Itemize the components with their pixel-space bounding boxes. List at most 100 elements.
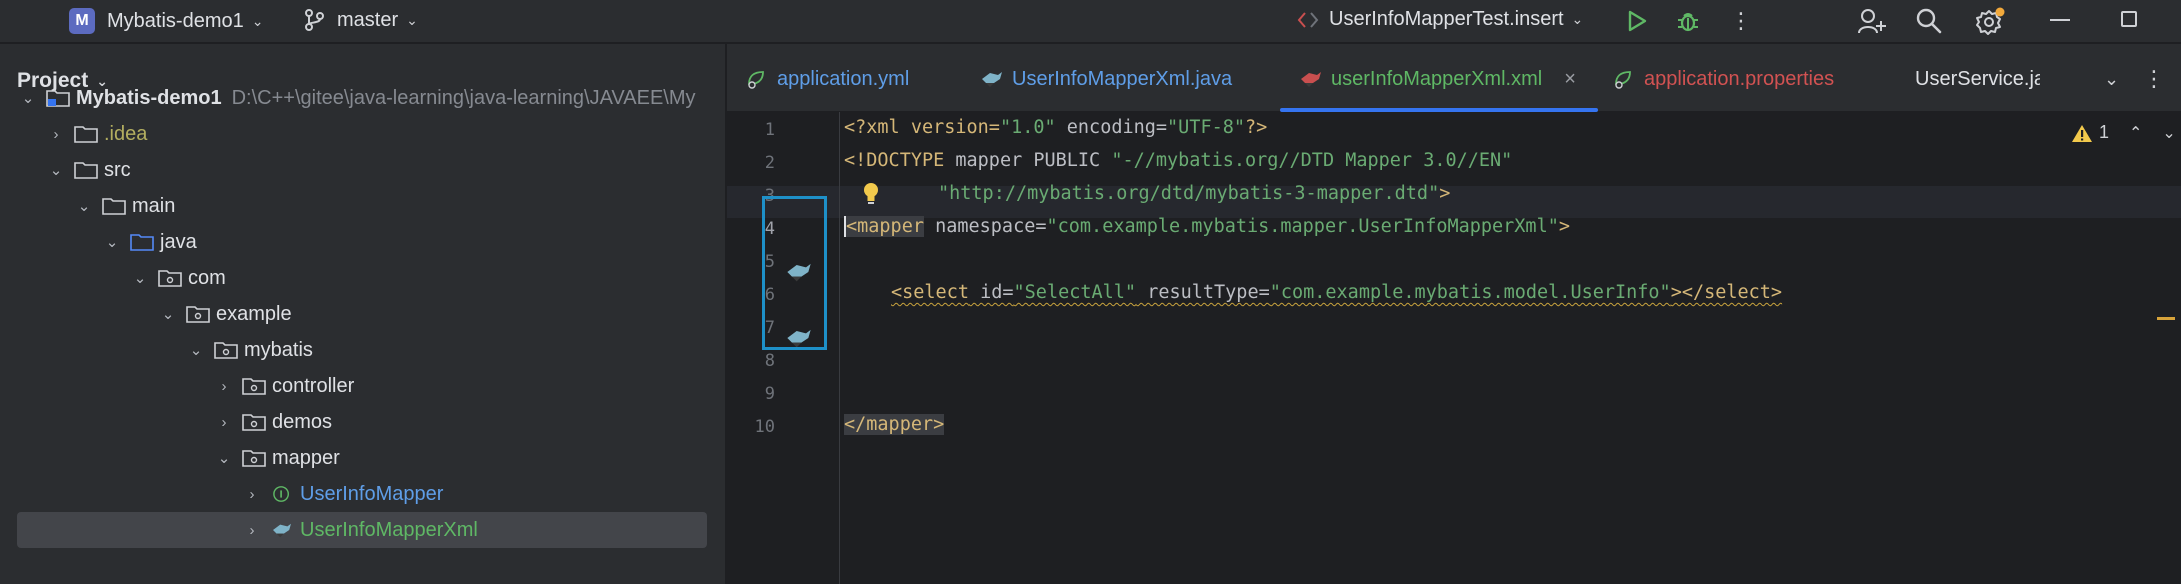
tree-item-label: example (216, 302, 292, 325)
package-icon (158, 270, 182, 287)
main-menu-icon[interactable] (10, 7, 40, 35)
chevron-down-icon: ⌄ (189, 342, 203, 359)
tab-application-yml[interactable]: application.yml (745, 62, 909, 96)
debug-button[interactable] (1675, 8, 1701, 34)
tree-item-mapper[interactable]: ⌄ mapper (0, 440, 725, 476)
tab-application-properties[interactable]: application.properties (1612, 62, 1834, 96)
tabs-dropdown-icon[interactable]: ⌄ (2104, 62, 2119, 96)
tab-label: userInfoMapperXml.xml (1331, 67, 1543, 90)
code-token: "com.example.mybatis.mapper.UserInfoMapp… (1046, 216, 1559, 237)
editor-tabs: application.yml UserInfoMapperXml.java u… (727, 44, 2181, 112)
chevron-right-icon: › (221, 413, 227, 431)
tree-item-userinfomapperxml[interactable]: › UserInfoMapperXml (17, 512, 707, 548)
chevron-down-icon: ⌄ (161, 306, 175, 323)
editor-area: application.yml UserInfoMapperXml.java u… (727, 44, 2181, 584)
code-token: mapper PUBLIC (955, 150, 1112, 171)
tree-item-demos[interactable]: › demos (0, 404, 725, 440)
tree-item-label: .idea (104, 122, 148, 145)
code-token: id= (968, 282, 1014, 303)
minimize-button[interactable] (2050, 19, 2070, 21)
warning-icon (2072, 124, 2092, 142)
tab-label: UserService.jav (1915, 67, 2040, 90)
tree-item-label: controller (272, 374, 355, 397)
tree-item-label: UserInfoMapper (300, 482, 444, 505)
tree-item-label: mybatis (244, 338, 313, 361)
code-token: "SelectAll" (1013, 282, 1137, 303)
code-line-2: <!DOCTYPE mapper PUBLIC "-//mybatis.org/… (844, 145, 1512, 177)
mybatis-bird-icon (982, 72, 1002, 87)
more-options-icon[interactable]: ⋮ (1730, 8, 1752, 34)
run-config-selector[interactable]: UserInfoMapperTest.insert ⌄ (1297, 8, 1583, 31)
chevron-down-icon: ⌄ (77, 198, 91, 215)
bug-icon (1678, 13, 1698, 32)
code-line-3: "http://mybatis.org/dtd/mybatis-3-mapper… (938, 178, 1450, 210)
maximize-button[interactable] (2121, 11, 2137, 27)
tree-item-label: UserInfoMapperXml (300, 518, 478, 541)
chevron-down-icon: ⌄ (406, 11, 418, 28)
project-switcher[interactable]: M Mybatis-demo1 ⌄ (69, 8, 263, 34)
code-token: </mapper> (844, 414, 945, 435)
tree-item-label: src (104, 158, 131, 181)
tree-item-label: java (160, 230, 197, 253)
tree-item-example[interactable]: ⌄ example (0, 296, 725, 332)
source-folder-icon (130, 234, 154, 251)
close-tab-icon[interactable]: × (1564, 68, 1576, 91)
code-token: "-//mybatis.org//DTD Mapper 3.0//EN" (1111, 150, 1513, 171)
chevron-down-icon: ⌄ (49, 162, 63, 179)
folder-icon (74, 126, 98, 143)
folder-icon (74, 162, 98, 179)
warning-count: 1 (2099, 122, 2110, 142)
settings-button[interactable] (1975, 6, 2005, 36)
tree-item-label: main (132, 194, 176, 217)
lightbulb-icon[interactable] (861, 181, 881, 207)
code-token: <!DOCTYPE (844, 150, 956, 171)
warning-stripe-marker[interactable] (2157, 317, 2175, 320)
spring-config-icon (748, 71, 764, 89)
tree-item-userinfomapper[interactable]: › UserInfoMapper (0, 476, 725, 512)
tree-item-src[interactable]: ⌄ src (0, 152, 725, 188)
chevron-right-icon: › (221, 377, 227, 395)
tree-item-main[interactable]: ⌄ main (0, 188, 725, 224)
project-panel: Project ⌄ ⌄ Mybatis-demo1 D:\C++\gitee\j… (0, 44, 726, 584)
more-options-icon[interactable]: ⋮ (2143, 62, 2165, 96)
code-token: encoding= (1055, 117, 1168, 138)
tab-userinfomapperxml-java[interactable]: UserInfoMapperXml.java (980, 62, 1232, 96)
chevron-down-icon: ⌄ (105, 234, 119, 251)
branch-name: master (337, 8, 399, 31)
code-line-4: <mapper namespace="com.example.mybatis.m… (844, 211, 1570, 243)
git-branch-icon (305, 9, 324, 31)
package-icon (242, 378, 266, 395)
gutter-highlight-box (762, 196, 827, 350)
tree-item-java[interactable]: ⌄ java (0, 224, 725, 260)
tab-userinfomapperxml-xml[interactable]: userInfoMapperXml.xml × (1299, 62, 1576, 96)
code-area[interactable]: <?xml version="1.0" encoding="UTF-8"?> <… (844, 112, 2144, 584)
add-user-button[interactable] (1857, 7, 1887, 35)
spring-config-icon (1615, 71, 1631, 89)
project-badge: M (69, 8, 95, 34)
mybatis-bird-icon (1301, 72, 1321, 87)
line-number: 2 (764, 153, 775, 173)
tree-item-label: Mybatis-demo1 (76, 86, 222, 109)
search-button[interactable] (1915, 7, 1943, 35)
tab-userservice[interactable]: UserService.jav (1907, 62, 2040, 96)
code-token: "com.example.mybatis.model.UserInfo" (1269, 282, 1671, 303)
tab-label: application.properties (1644, 67, 1835, 90)
inspection-widget[interactable]: 1 ⌃ ⌄ (2071, 122, 2176, 143)
tree-item-label: demos (272, 410, 333, 433)
tree-item-mybatis[interactable]: ⌄ mybatis (0, 332, 725, 368)
code-line-1: <?xml version="1.0" encoding="UTF-8"?> (844, 112, 1267, 144)
line-number: 1 (764, 120, 775, 140)
next-highlight-icon[interactable]: ⌄ (2162, 123, 2175, 143)
package-icon (214, 342, 238, 359)
run-button[interactable] (1626, 9, 1648, 33)
play-icon (1628, 10, 1647, 32)
branch-switcher[interactable]: master ⌄ (303, 8, 418, 32)
code-token: <?xml version= (844, 117, 1000, 138)
previous-highlight-icon[interactable]: ⌃ (2129, 123, 2142, 143)
tree-item-mybatis-demo1[interactable]: ⌄ Mybatis-demo1 D:\C++\gitee\java-learni… (0, 80, 725, 116)
tree-item-controller[interactable]: › controller (0, 368, 725, 404)
chevron-down-icon: ⌄ (1571, 11, 1584, 27)
tree-item-com[interactable]: ⌄ com (0, 260, 725, 296)
tree-item-idea[interactable]: › .idea (0, 116, 725, 152)
chevron-right-icon: › (249, 485, 255, 503)
